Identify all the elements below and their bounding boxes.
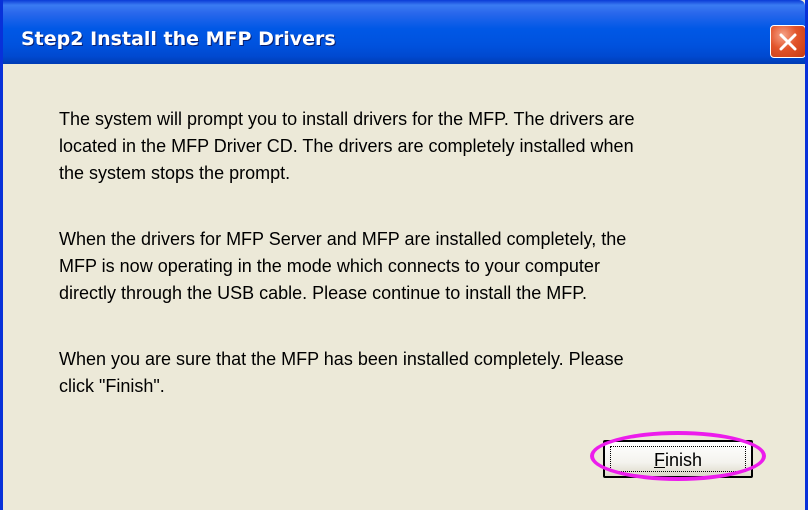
instruction-paragraph-3: When you are sure that the MFP has been …: [59, 349, 624, 396]
window-title: Step2 Install the MFP Drivers: [21, 28, 336, 50]
close-icon: [779, 33, 797, 51]
finish-button[interactable]: Finish: [603, 440, 753, 478]
finish-label-rest: inish: [664, 450, 703, 470]
title-bar[interactable]: Step2 Install the MFP Drivers: [3, 0, 805, 64]
finish-accelerator-key: F: [653, 450, 665, 470]
instruction-paragraph-1: The system will prompt you to install dr…: [59, 109, 635, 183]
instruction-paragraph-2: When the drivers for MFP Server and MFP …: [59, 229, 627, 303]
dialog-body: The system will prompt you to install dr…: [3, 64, 805, 510]
close-button[interactable]: [770, 25, 805, 58]
finish-button-label: Finish: [605, 450, 751, 471]
dialog-window: Step2 Install the MFP Drivers The system…: [0, 0, 808, 510]
